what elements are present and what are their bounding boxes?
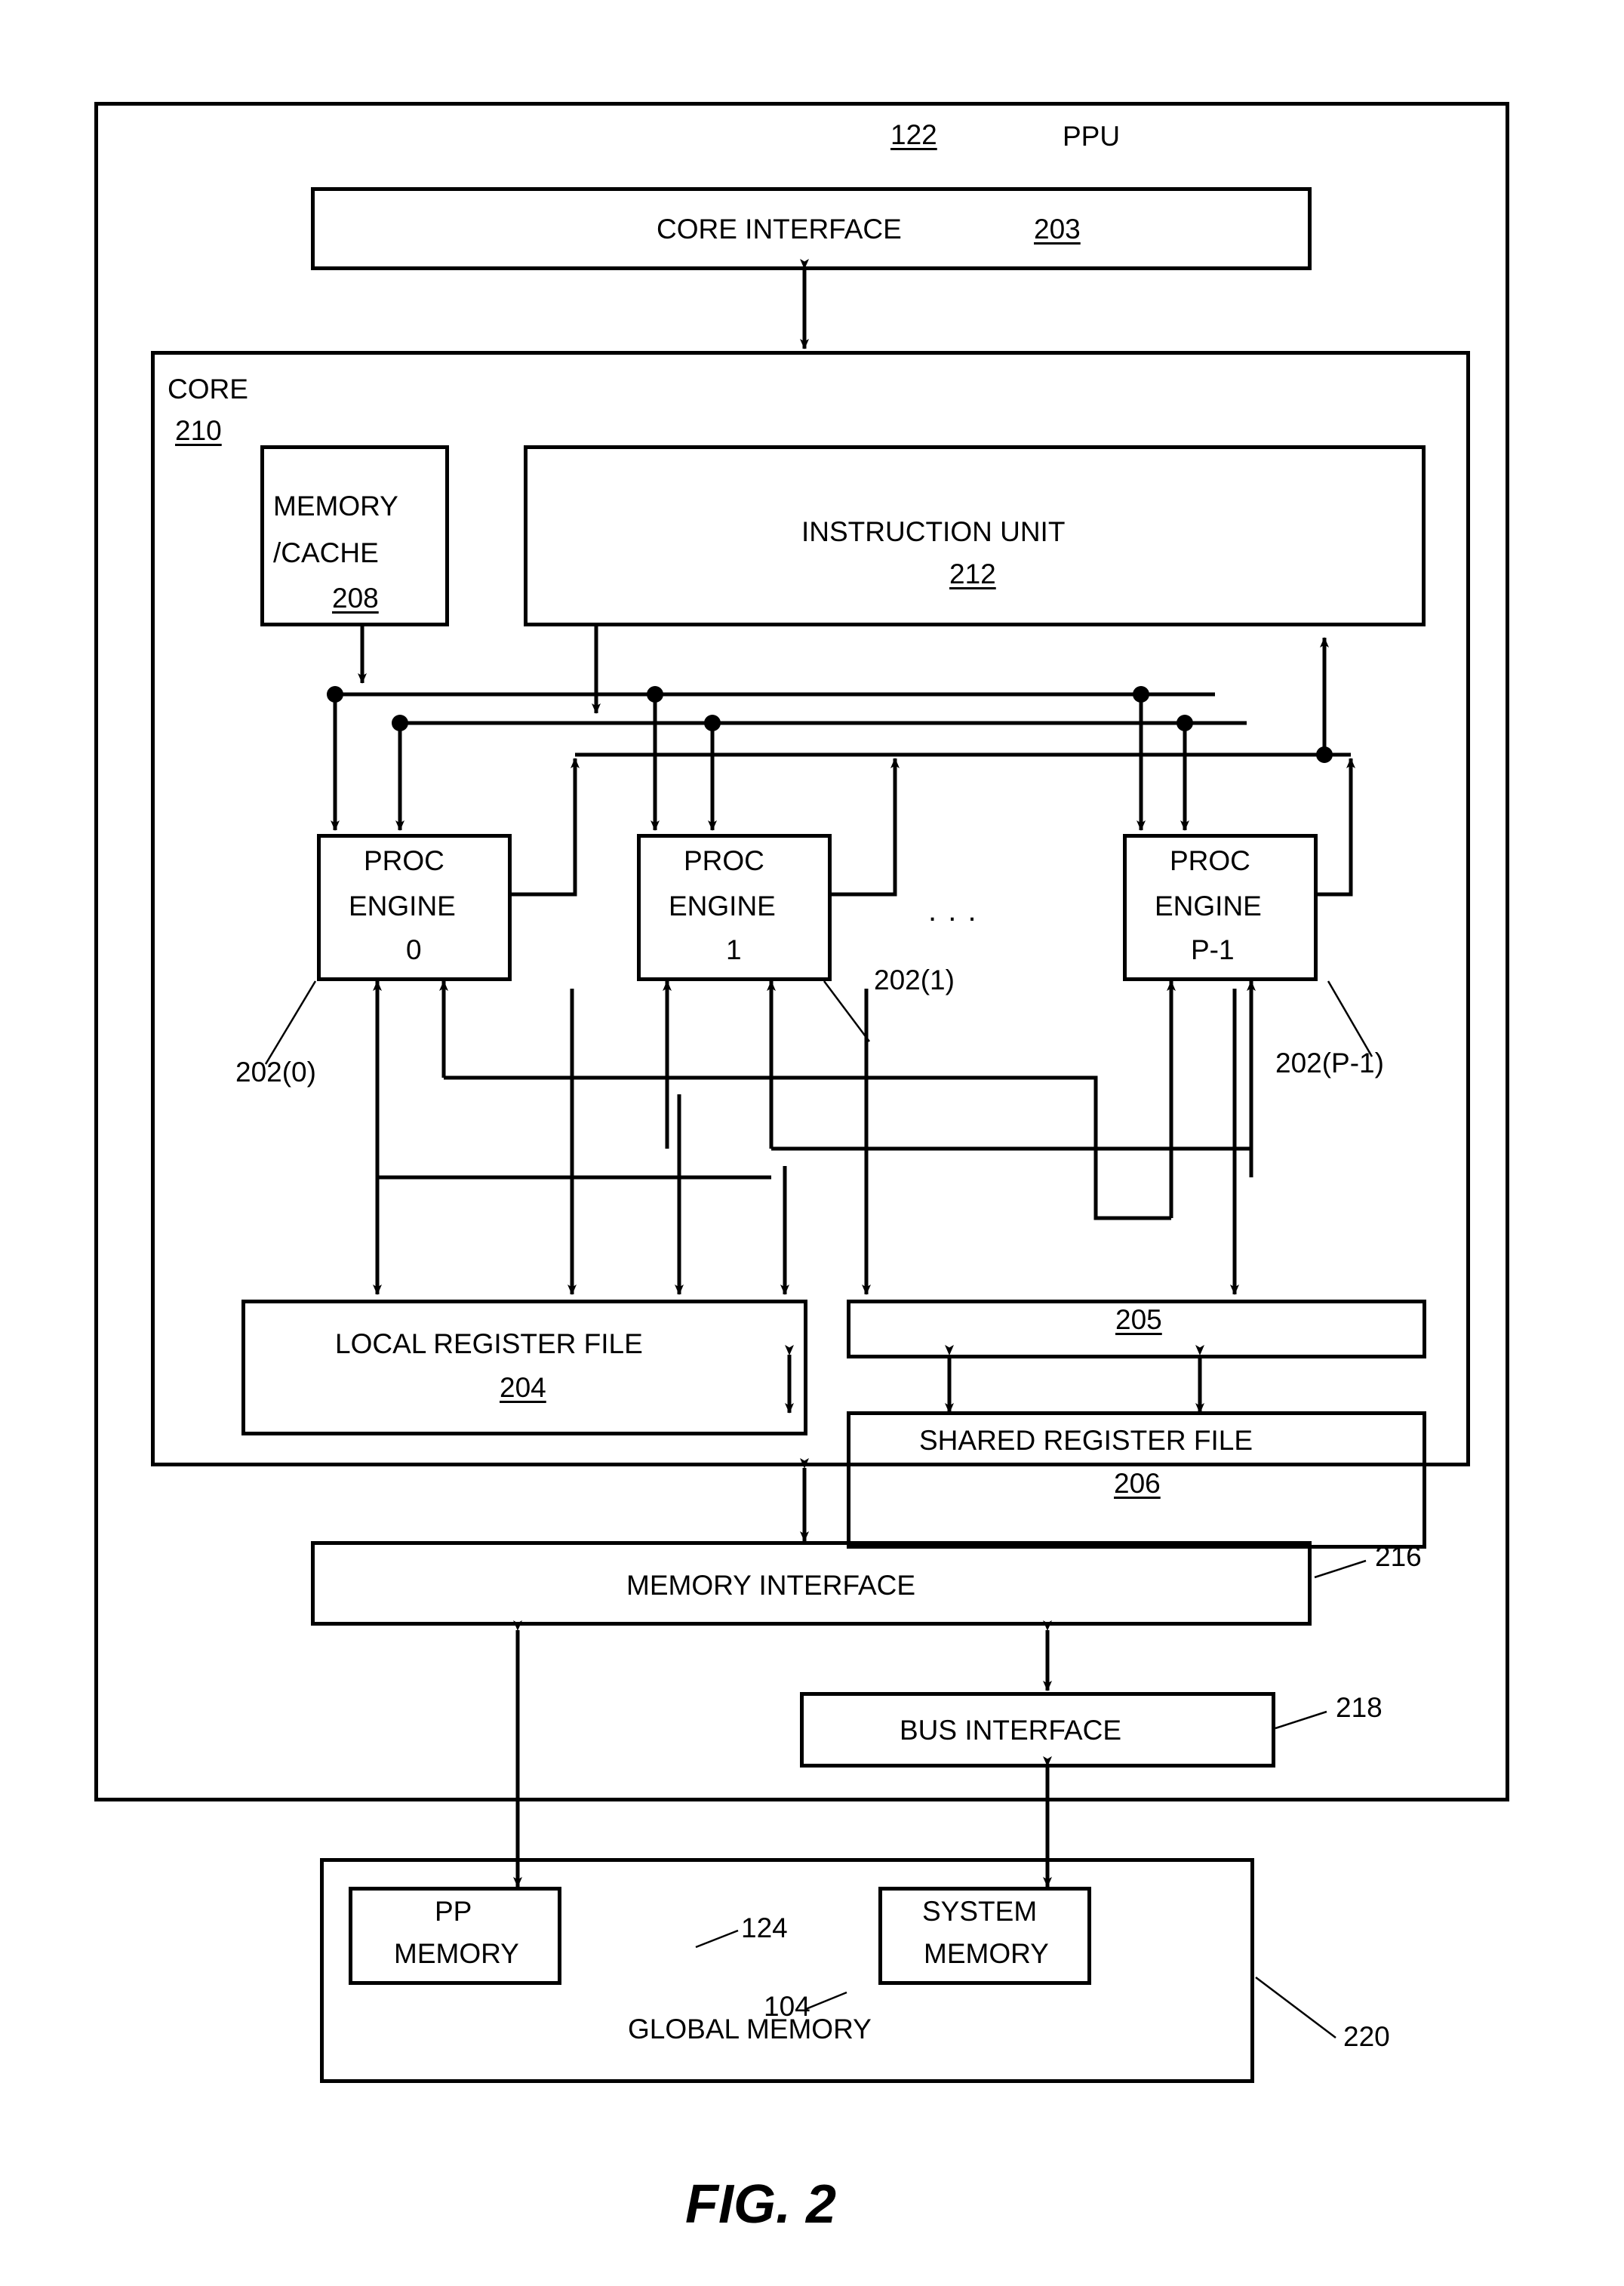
ppu-label: PPU bbox=[1063, 121, 1121, 152]
memory-cache-line2: /CACHE bbox=[273, 537, 379, 568]
proc-engine-1-index: 1 bbox=[726, 934, 742, 965]
memory-cache-ref: 208 bbox=[332, 583, 379, 614]
proc-engine-1-ref: 202(1) bbox=[874, 965, 955, 995]
core-interface-ref: 203 bbox=[1034, 214, 1081, 245]
proc-engine-p1-ref: 202(P-1) bbox=[1275, 1048, 1384, 1078]
system-memory-line1: SYSTEM bbox=[922, 1896, 1038, 1927]
pp-memory-line1: PP bbox=[435, 1896, 472, 1927]
bus-interface-label: BUS INTERFACE bbox=[900, 1715, 1121, 1746]
crossbar-ref: 205 bbox=[1115, 1304, 1162, 1335]
bus-interface-ref: 218 bbox=[1336, 1692, 1383, 1723]
proc-engine-1-line2: ENGINE bbox=[669, 891, 776, 921]
proc-engine-ellipsis: . . . bbox=[928, 894, 978, 928]
shared-register-file-label: SHARED REGISTER FILE bbox=[919, 1425, 1253, 1456]
pp-memory-line2: MEMORY bbox=[394, 1938, 519, 1969]
global-memory-ref: 220 bbox=[1343, 2021, 1390, 2052]
core-interface-label: CORE INTERFACE bbox=[657, 214, 902, 245]
figure-caption: FIG. 2 bbox=[685, 2174, 837, 2235]
proc-engine-p1-line2: ENGINE bbox=[1155, 891, 1262, 921]
core-label: CORE bbox=[168, 374, 248, 405]
proc-engine-0-index: 0 bbox=[406, 934, 422, 965]
figure-canvas: PPU 122 CORE INTERFACE 203 CORE 210 MEMO… bbox=[0, 0, 1624, 2286]
core-ref: 210 bbox=[175, 415, 222, 446]
memory-cache-line1: MEMORY bbox=[273, 491, 398, 522]
proc-engine-1-line1: PROC bbox=[684, 845, 764, 876]
proc-engine-0-line1: PROC bbox=[364, 845, 444, 876]
instruction-unit-label: INSTRUCTION UNIT bbox=[801, 516, 1066, 547]
memory-interface-label: MEMORY INTERFACE bbox=[626, 1570, 916, 1601]
local-register-file-ref: 204 bbox=[500, 1372, 546, 1403]
instruction-unit-ref: 212 bbox=[949, 558, 996, 589]
system-memory-line2: MEMORY bbox=[924, 1938, 1049, 1969]
system-memory-ref: 104 bbox=[764, 1991, 810, 2022]
proc-engine-0-ref: 202(0) bbox=[235, 1057, 316, 1088]
proc-engine-p1-index: P-1 bbox=[1191, 934, 1235, 965]
local-register-file-label: LOCAL REGISTER FILE bbox=[335, 1328, 643, 1359]
memory-interface-ref: 216 bbox=[1375, 1541, 1422, 1572]
pp-memory-ref: 124 bbox=[741, 1912, 788, 1943]
local-register-file-box[interactable] bbox=[241, 1300, 807, 1435]
global-memory-label: GLOBAL MEMORY bbox=[628, 2014, 872, 2044]
ppu-ref: 122 bbox=[890, 119, 937, 150]
proc-engine-0-line2: ENGINE bbox=[349, 891, 456, 921]
proc-engine-p1-line1: PROC bbox=[1170, 845, 1250, 876]
shared-register-file-ref: 206 bbox=[1114, 1468, 1161, 1499]
